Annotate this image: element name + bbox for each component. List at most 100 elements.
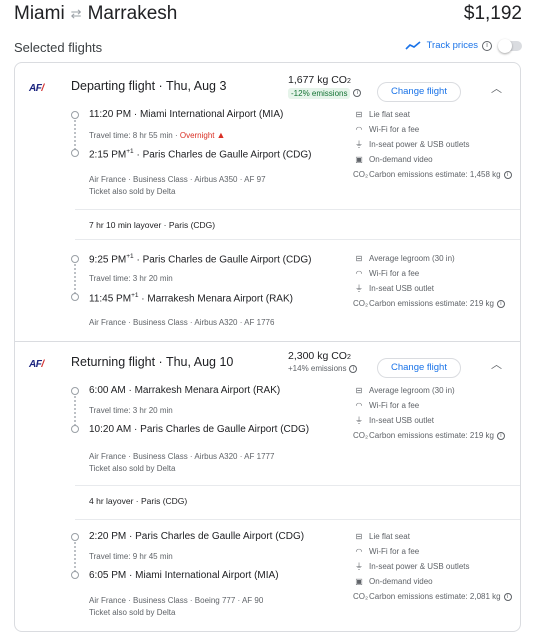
travel-time-row: Travel time: 8 hr 55 min · Overnight ▲ — [89, 130, 226, 140]
arrival-time: 10:20 AM — [89, 424, 132, 435]
amenity-item: ◠ Wi-Fi for a fee — [353, 122, 520, 137]
departure-dot — [71, 255, 79, 263]
amenity-item: ⏚ In-seat USB outlet — [355, 416, 434, 425]
flight-details: Air France · Business Class · Airbus A32… — [89, 318, 275, 327]
amenities-list: ⊟ Average legroom (30 in) ◠ Wi-Fi for a fe… — [353, 251, 520, 311]
flight-details: Air France · Business Class · Airbus A35… — [89, 175, 266, 184]
arrival-time: 11:45 PM — [89, 293, 132, 305]
next-day-marker: +1 — [131, 292, 139, 299]
departure-row: 6:00 AM · Marrakesh Menara Airport (RAK) — [89, 385, 281, 396]
legroom-icon: ⊟ — [355, 386, 363, 395]
track-prices[interactable]: Track prices i — [405, 38, 522, 53]
arrival-row: 6:05 PM · Miami International Airport (M… — [89, 570, 279, 581]
ticket-sold-by: Ticket also sold by Delta — [89, 187, 176, 196]
selected-flights-heading: Selected flights — [14, 40, 103, 55]
change-flight-button[interactable]: Change flight — [377, 82, 461, 102]
amenity-item: ◠ Wi-Fi for a fee — [353, 544, 520, 559]
amenity-item: CO₂ Carbon emissions estimate: 2,081 kg i — [353, 589, 520, 604]
arrival-row: 2:15 PM+1 · Paris Charles de Gaulle Airp… — [89, 148, 312, 161]
departing-co2: 1,677 kg CO2 -12% emissions i — [288, 74, 362, 99]
returning-segment-2: 2:20 PM · Paris Charles de Gaulle Airpor… — [15, 529, 520, 629]
amenity-item: ◠ Wi-Fi for a fee — [353, 266, 520, 281]
arrival-dot — [71, 571, 79, 579]
departing-segment-1: 11:20 PM · Miami International Airport (… — [15, 107, 520, 203]
amenity-item: ⊟ Lie flat seat — [353, 107, 520, 122]
chevron-up-icon[interactable]: ︿ — [491, 356, 502, 372]
flight-details: Air France · Business Class · Boeing 777… — [89, 596, 264, 605]
departure-time: 6:00 AM — [89, 385, 126, 396]
amenity-item: ◠ Wi-Fi for a fee — [353, 398, 520, 413]
co2-icon: CO₂ — [353, 431, 369, 440]
route-title: Miami ⇄ Marrakesh — [14, 3, 177, 25]
co2-icon: CO₂ — [353, 299, 369, 308]
timeline-dots — [74, 120, 76, 150]
swap-arrows-icon: ⇄ — [70, 6, 82, 21]
timeline-dots — [74, 542, 76, 572]
amenity-item: ⏚ In-seat USB outlet — [355, 284, 434, 293]
total-price: $1,192 — [463, 3, 522, 24]
departure-airport: Paris Charles de Gaulle Airport (CDG) — [135, 531, 305, 542]
timeline-dots — [74, 264, 76, 294]
flight-details: Air France · Business Class · Airbus A32… — [89, 452, 275, 461]
air-france-logo: AF/ — [29, 83, 44, 94]
travel-time: Travel time: 8 hr 55 min — [89, 131, 173, 140]
arrival-airport: Paris Charles de Gaulle Airport (CDG) — [140, 424, 310, 435]
travel-time: Travel time: 3 hr 20 min — [89, 406, 173, 415]
arrival-time: 6:05 PM — [89, 570, 127, 581]
amenity-item: ⊟ Average legroom (30 in) — [353, 383, 520, 398]
segment-timeline — [71, 387, 81, 433]
usb-icon: ⏚ — [355, 284, 363, 293]
amenity-item: ⊟ Average legroom (30 in) — [353, 251, 520, 266]
departing-leg-title: Departing flight · Thu, Aug 3 — [71, 79, 227, 93]
amenities-list: ⊟ Average legroom (30 in) ◠ Wi-Fi for a fe… — [353, 383, 520, 443]
chevron-up-icon[interactable]: ︿ — [491, 80, 502, 96]
returning-leg-header: AF/ Returning flight · Thu, Aug 10 2,300… — [15, 347, 520, 383]
overnight-label: Overnight — [179, 131, 215, 140]
ticket-sold-by: Ticket also sold by Delta — [89, 464, 176, 473]
departing-emissions-badge: -12% emissions — [288, 88, 351, 99]
amenity-item: ▣ On-demand video — [353, 574, 520, 589]
divider — [75, 239, 520, 240]
departure-airport: Miami International Airport (MIA) — [139, 109, 284, 120]
info-icon[interactable]: i — [496, 431, 505, 440]
arrival-dot — [71, 293, 79, 301]
next-day-marker: +1 — [126, 148, 134, 155]
track-prices-toggle[interactable] — [498, 38, 522, 53]
info-icon[interactable]: i — [482, 40, 492, 51]
departure-dot — [71, 111, 79, 119]
info-icon[interactable]: i — [349, 364, 358, 373]
departing-layover: 7 hr 10 min layover · Paris (CDG) — [89, 220, 216, 230]
info-icon[interactable]: i — [353, 89, 362, 98]
arrival-dot — [71, 149, 79, 157]
info-icon[interactable]: i — [503, 592, 512, 601]
timeline-dots — [74, 396, 76, 426]
warning-icon: ▲ — [216, 130, 226, 140]
segment-timeline — [71, 533, 81, 579]
amenities-list: ⊟ Lie flat seat ◠ Wi-Fi for a fee ⏚ In-seat… — [353, 107, 520, 182]
departure-time: 9:25 PM — [89, 254, 127, 266]
arrival-airport: Paris Charles de Gaulle Airport (CDG) — [142, 149, 312, 161]
departure-airport: Marrakesh Menara Airport (RAK) — [134, 385, 281, 396]
divider — [75, 209, 520, 210]
divider — [75, 519, 520, 520]
info-icon[interactable]: i — [496, 299, 505, 308]
returning-segment-1: 6:00 AM · Marrakesh Menara Airport (RAK)… — [15, 383, 520, 479]
change-flight-button[interactable]: Change flight — [377, 358, 461, 378]
track-prices-label: Track prices — [426, 40, 478, 51]
amenity-item: CO₂ Carbon emissions estimate: 219 kg i — [353, 428, 520, 443]
amenity-item: ▣ On-demand video — [353, 152, 520, 167]
next-day-marker: +1 — [126, 253, 134, 260]
seat-icon: ⊟ — [355, 532, 363, 541]
arrival-row: 10:20 AM · Paris Charles de Gaulle Airpo… — [89, 424, 310, 435]
amenity-item: CO₂ Carbon emissions estimate: 1,458 kg i — [353, 167, 520, 182]
returning-leg-title: Returning flight · Thu, Aug 10 — [71, 355, 234, 369]
selected-flights-card: AF/ Departing flight · Thu, Aug 3 1,677 … — [14, 62, 521, 632]
returning-emissions-delta: +14% emissions i — [288, 364, 358, 373]
returning-layover: 4 hr layover · Paris (CDG) — [89, 496, 188, 506]
departure-dot — [71, 387, 79, 395]
amenity-item: ⏚ In-seat power & USB outlets — [355, 140, 470, 149]
amenity-item: CO₂ Carbon emissions estimate: 219 kg i — [353, 296, 520, 311]
seat-icon: ⊟ — [355, 110, 363, 119]
trend-line-icon — [405, 40, 421, 50]
info-icon[interactable]: i — [503, 170, 512, 179]
